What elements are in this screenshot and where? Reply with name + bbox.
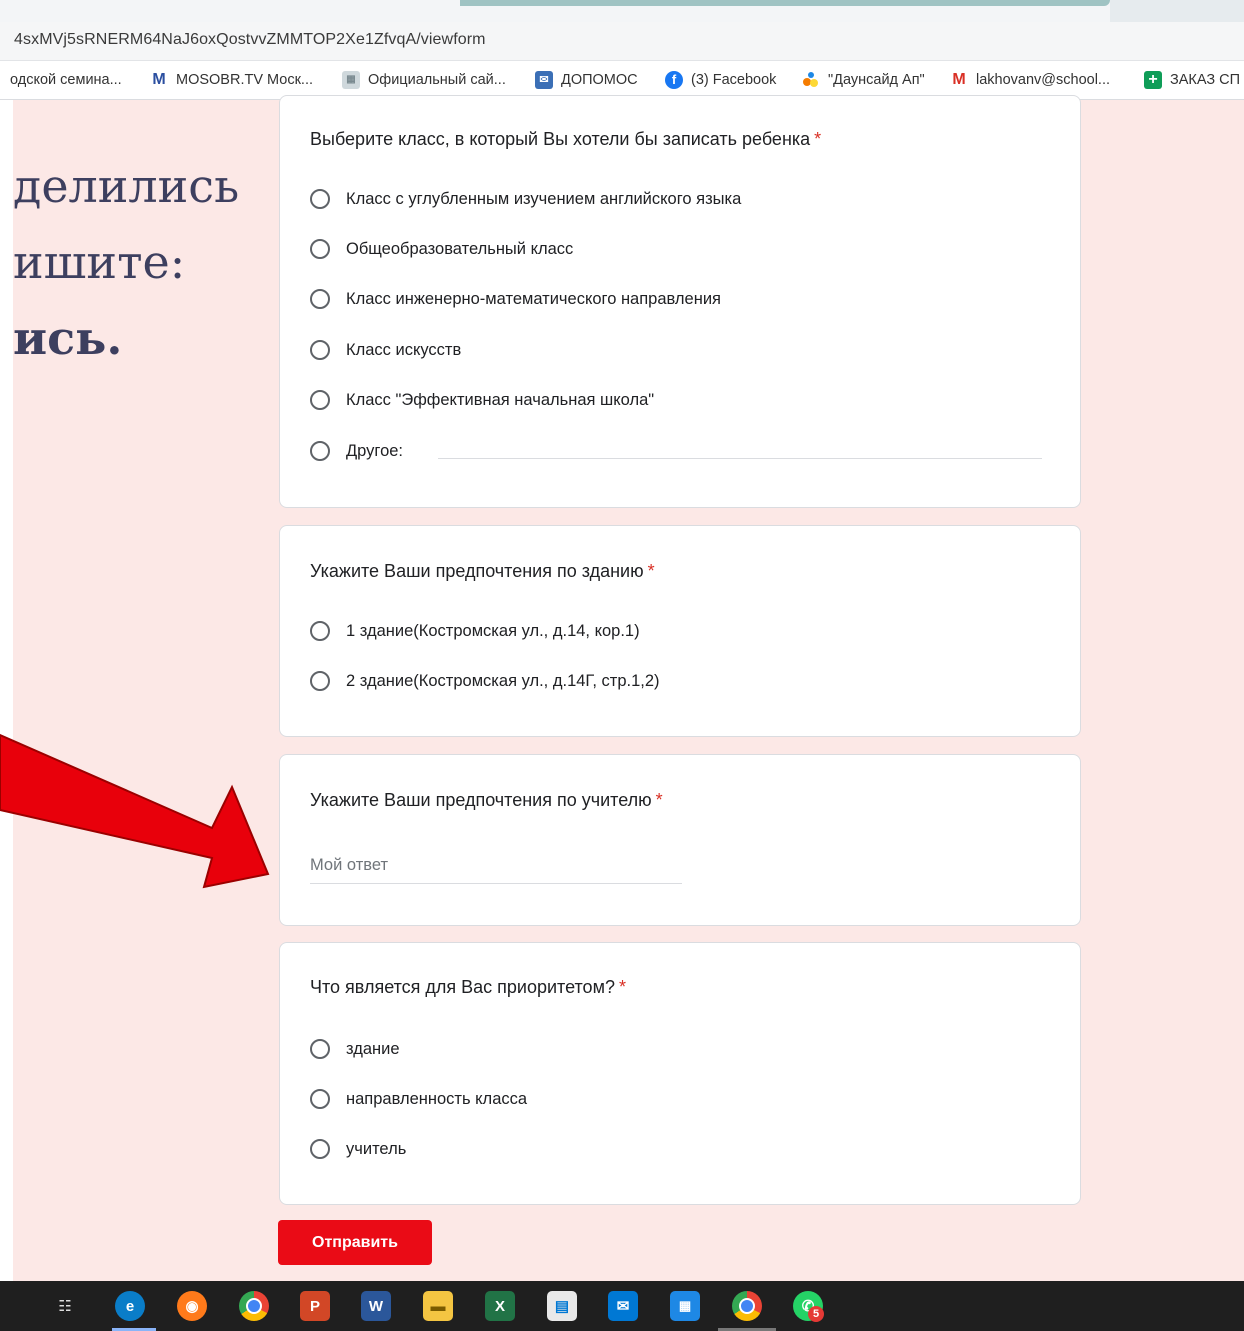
radio-option[interactable]: Класс с углубленным изучением английског… — [310, 186, 741, 212]
slide-text-line: ись. — [13, 311, 123, 365]
slide-text-line: делились — [13, 159, 240, 213]
required-asterisk: * — [814, 129, 822, 149]
radio-button[interactable] — [310, 390, 330, 410]
bookmark-label: одской семина... — [10, 72, 122, 88]
file-explorer-icon[interactable]: ▬ — [423, 1291, 453, 1321]
store-icon[interactable]: ▤ — [547, 1291, 577, 1321]
chrome-icon[interactable] — [239, 1291, 269, 1321]
question-card-building: Укажите Ваши предпочтения по зданию * 1 з… — [279, 525, 1081, 737]
bookmark-label: ДОПОМОС — [561, 72, 638, 88]
radio-option-other[interactable]: Другое: — [310, 438, 403, 464]
radio-option[interactable]: Класс инженерно-математического направле… — [310, 286, 721, 312]
question-card-priority: Что является для Вас приоритетом? * здани… — [279, 942, 1081, 1205]
bookmark-label: lakhovanv@school... — [976, 72, 1111, 88]
red-arrow-icon — [0, 733, 270, 889]
radio-button[interactable] — [310, 1089, 330, 1109]
question-title: Что является для Вас приоритетом? * — [310, 977, 626, 997]
windows-taskbar: ☷ e ◉ P W ▬ X ▤ ✉ ▦ ✆ 5 — [0, 1281, 1244, 1331]
slide-left-margin — [0, 100, 13, 1281]
question-title: Укажите Ваши предпочтения по зданию * — [310, 561, 655, 581]
radio-button[interactable] — [310, 1139, 330, 1159]
radio-button[interactable] — [310, 340, 330, 360]
url-text[interactable]: 4sxMVj5sRNERM64NaJ6oxQostvvZMMTOP2Xe1Zfv… — [14, 31, 486, 49]
powerpoint-icon[interactable]: P — [300, 1291, 330, 1321]
bookmark-facebook[interactable]: f (3) Facebook — [665, 69, 776, 91]
bookmark-label: "Даунсайд Ап" — [828, 72, 925, 88]
mail-icon[interactable]: ✉ — [608, 1291, 638, 1321]
radio-button[interactable] — [310, 621, 330, 641]
other-text-input[interactable] — [438, 458, 1042, 459]
bookmark-dopomos[interactable]: ✉ ДОПОМОС — [535, 69, 638, 91]
window-corner — [1110, 0, 1244, 22]
browser-tab-strip — [0, 0, 1244, 22]
firefox-icon[interactable]: ◉ — [177, 1291, 207, 1321]
radio-button[interactable] — [310, 289, 330, 309]
radio-option[interactable]: Класс искусств — [310, 337, 461, 363]
edge-icon[interactable]: e — [115, 1291, 145, 1321]
required-asterisk: * — [655, 790, 663, 810]
question-card-teacher: Укажите Ваши предпочтения по учителю * Мо… — [279, 754, 1081, 926]
radio-button[interactable] — [310, 239, 330, 259]
bookmark-gmail[interactable]: M lakhovanv@school... — [950, 69, 1110, 91]
chrome-profile-icon[interactable] — [732, 1291, 762, 1321]
bookmark-label: (3) Facebook — [691, 72, 777, 88]
slide-text-line: ишите: — [13, 235, 186, 289]
question-title: Укажите Ваши предпочтения по учителю * — [310, 790, 663, 810]
task-view-icon[interactable]: ☷ — [50, 1291, 80, 1321]
site-icon: ▦ — [342, 71, 360, 89]
dopomos-icon: ✉ — [535, 71, 553, 89]
bookmark-downside-up[interactable]: "Даунсайд Ап" — [802, 69, 925, 91]
radio-button[interactable] — [310, 671, 330, 691]
radio-option[interactable]: учитель — [310, 1136, 406, 1162]
submit-button[interactable]: Отправить — [278, 1220, 432, 1265]
radio-option[interactable]: здание — [310, 1036, 400, 1062]
bookmark-label: Официальный сай... — [368, 72, 506, 88]
question-card-class: Выберите класс, в который Вы хотели бы з… — [279, 95, 1081, 508]
notification-badge: 5 — [808, 1306, 824, 1322]
bookmark-mosobr[interactable]: M MOSOBR.TV Моск... — [150, 69, 313, 91]
radio-option[interactable]: Класс "Эффективная начальная школа" — [310, 387, 654, 413]
answer-input[interactable]: Мой ответ — [310, 856, 682, 884]
bookmark-label: ЗАКАЗ СП — [1170, 72, 1241, 88]
sheets-plus-icon: + — [1144, 71, 1162, 89]
bookmark-zakaz[interactable]: + ЗАКАЗ СП — [1144, 69, 1240, 91]
slide-text: делились ишите: ись. — [13, 148, 283, 376]
mosobr-logo-icon: M — [152, 71, 166, 88]
downside-up-icon — [802, 71, 820, 89]
required-asterisk: * — [618, 977, 626, 997]
calendar-icon[interactable]: ▦ — [670, 1291, 700, 1321]
radio-option[interactable]: Общеобразовательный класс — [310, 236, 573, 262]
bookmark-official-site[interactable]: ▦ Официальный сай... — [342, 69, 506, 91]
radio-option[interactable]: 1 здание(Костромская ул., д.14, кор.1) — [310, 618, 640, 644]
address-bar[interactable]: 4sxMVj5sRNERM64NaJ6oxQostvvZMMTOP2Xe1Zfv… — [0, 22, 1244, 61]
word-icon[interactable]: W — [361, 1291, 391, 1321]
active-tab-edge[interactable] — [460, 0, 1110, 6]
bookmark-label: MOSOBR.TV Моск... — [176, 72, 314, 88]
question-title: Выберите класс, в который Вы хотели бы з… — [310, 129, 822, 149]
radio-option[interactable]: направленность класса — [310, 1086, 527, 1112]
radio-button[interactable] — [310, 1039, 330, 1059]
facebook-icon: f — [665, 71, 683, 89]
gmail-icon: M — [952, 71, 966, 88]
required-asterisk: * — [647, 561, 655, 581]
excel-icon[interactable]: X — [485, 1291, 515, 1321]
radio-button[interactable] — [310, 441, 330, 461]
radio-button[interactable] — [310, 189, 330, 209]
bookmark-seminar[interactable]: одской семина... — [10, 69, 122, 91]
radio-option[interactable]: 2 здание(Костромская ул., д.14Г, стр.1,2… — [310, 668, 660, 694]
